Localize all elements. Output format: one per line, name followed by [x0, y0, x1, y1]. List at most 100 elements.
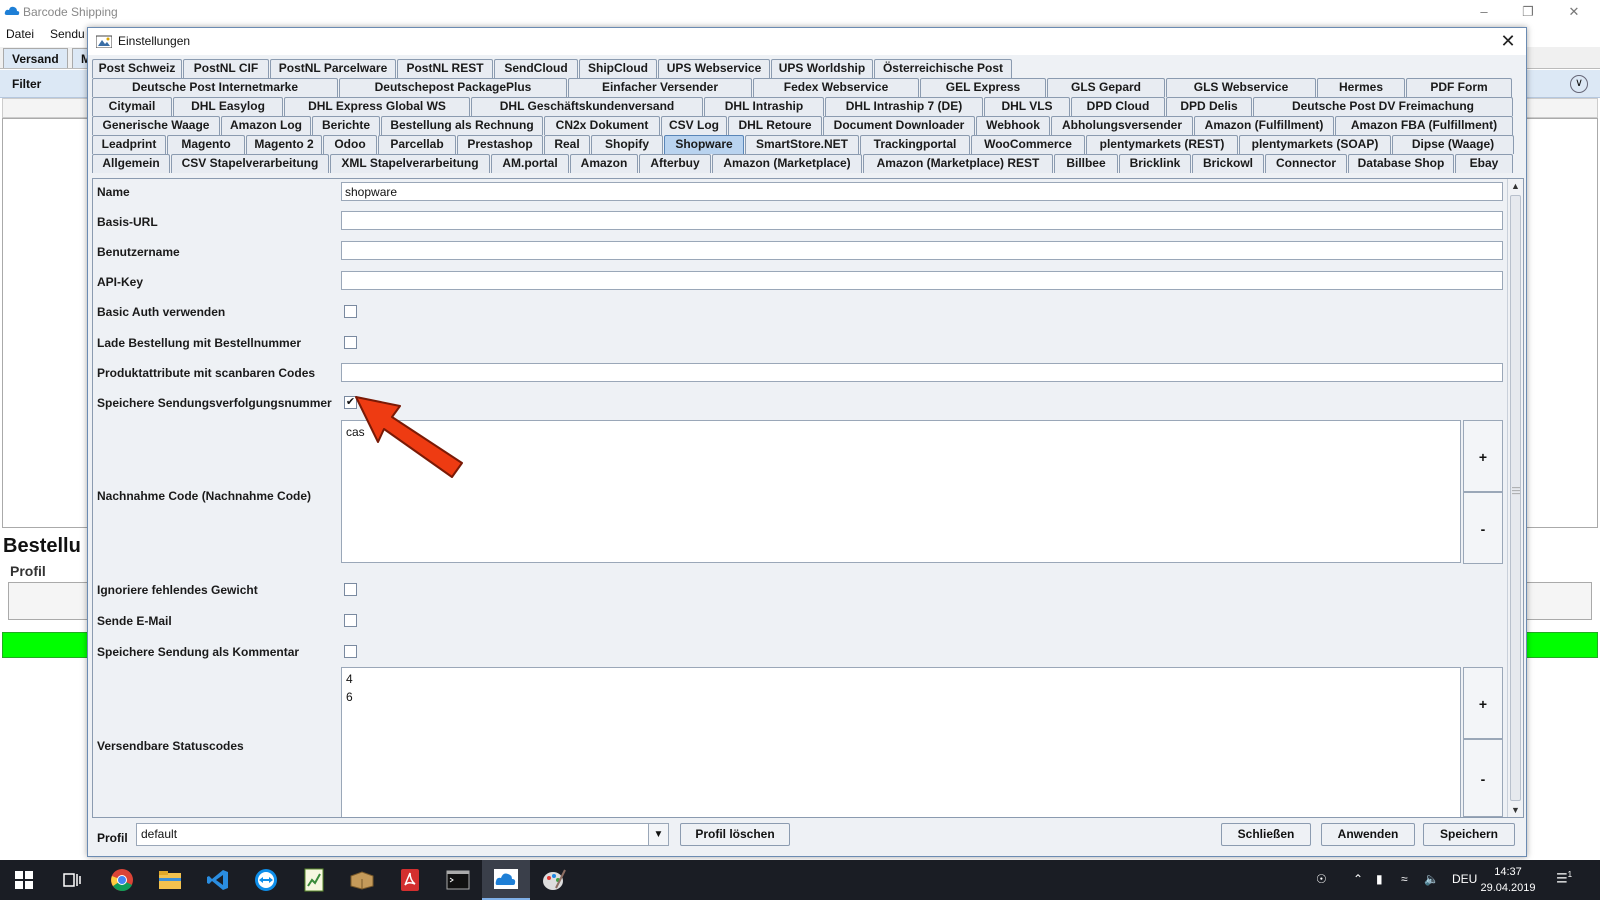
volume-icon[interactable]: 🔈: [1424, 872, 1439, 886]
barcode-shipping-taskbar-icon[interactable]: [482, 860, 530, 900]
app-close-button[interactable]: ✕: [1552, 2, 1596, 22]
tab-amazon[interactable]: Amazon: [570, 154, 638, 173]
tab-dhl-intraship-7[interactable]: DHL Intraship 7 (DE): [825, 97, 983, 116]
tab-smartstore-net[interactable]: SmartStore.NET: [745, 135, 859, 154]
name-field[interactable]: [341, 182, 1503, 201]
tab-berichte[interactable]: Berichte: [312, 116, 380, 135]
tab-database-shop[interactable]: Database Shop: [1348, 154, 1454, 173]
cod-add-button[interactable]: +: [1463, 420, 1503, 492]
username-field[interactable]: [341, 241, 1503, 260]
chrome-icon[interactable]: [98, 860, 146, 900]
save-comment-checkbox[interactable]: [344, 645, 357, 658]
tab-oesterreichische-post[interactable]: Österreichische Post: [874, 59, 1012, 78]
tab-allgemein[interactable]: Allgemein: [92, 154, 170, 173]
task-view-icon[interactable]: [48, 860, 96, 900]
scroll-up-icon[interactable]: ▲: [1508, 179, 1523, 193]
tab-prestashop[interactable]: Prestashop: [457, 135, 543, 154]
tab-abholungsversender[interactable]: Abholungsversender: [1051, 116, 1193, 135]
save-button[interactable]: Speichern: [1423, 823, 1515, 846]
wifi-icon[interactable]: ≈: [1401, 872, 1408, 886]
tab-xml-stapelverarbeitung[interactable]: XML Stapelverarbeitung: [330, 154, 490, 173]
tab-ups-worldship[interactable]: UPS Worldship: [771, 59, 873, 78]
tab-generische-waage[interactable]: Generische Waage: [92, 116, 220, 135]
tab-fedex-webservice[interactable]: Fedex Webservice: [753, 78, 919, 97]
tab-dhl-geschaeftskundenversand[interactable]: DHL Geschäftskundenversand: [471, 97, 703, 116]
tab-amazon-log[interactable]: Amazon Log: [221, 116, 311, 135]
load-order-checkbox[interactable]: [344, 336, 357, 349]
tab-dhl-intraship[interactable]: DHL Intraship: [704, 97, 824, 116]
tab-deutschepost-packageplus[interactable]: Deutschepost PackagePlus: [339, 78, 567, 97]
list-item[interactable]: 6: [346, 688, 1456, 706]
filter-label[interactable]: Filter: [12, 77, 41, 91]
chevron-down-icon[interactable]: ▼: [648, 824, 668, 845]
close-icon[interactable]: ✕: [1494, 29, 1522, 53]
terminal-icon[interactable]: [434, 860, 482, 900]
spreadsheet-icon[interactable]: [290, 860, 338, 900]
delete-profile-button[interactable]: Profil löschen: [680, 823, 790, 846]
tab-gls-webservice[interactable]: GLS Webservice: [1166, 78, 1316, 97]
battery-icon[interactable]: ▮: [1376, 872, 1383, 886]
tab-trackingportal[interactable]: Trackingportal: [860, 135, 970, 154]
file-explorer-icon[interactable]: [146, 860, 194, 900]
status-codes-list[interactable]: 4 6: [341, 667, 1461, 817]
tab-connector[interactable]: Connector: [1265, 154, 1347, 173]
windows-start-icon[interactable]: [0, 860, 48, 900]
tab-shipcloud[interactable]: ShipCloud: [579, 59, 657, 78]
tab-real[interactable]: Real: [544, 135, 590, 154]
product-attributes-field[interactable]: [341, 363, 1503, 382]
app-tab-versand[interactable]: Versand: [3, 48, 68, 68]
menu-datei[interactable]: Datei: [6, 27, 34, 41]
apply-button[interactable]: Anwenden: [1321, 823, 1415, 846]
apikey-field[interactable]: [341, 271, 1503, 290]
tab-am-portal[interactable]: AM.portal: [491, 154, 569, 173]
tab-csv-stapelverarbeitung[interactable]: CSV Stapelverarbeitung: [171, 154, 329, 173]
status-remove-button[interactable]: -: [1463, 739, 1503, 817]
status-add-button[interactable]: +: [1463, 667, 1503, 739]
tab-gls-gepard[interactable]: GLS Gepard: [1047, 78, 1165, 97]
tab-afterbuy[interactable]: Afterbuy: [639, 154, 711, 173]
tab-dpd-delis[interactable]: DPD Delis: [1166, 97, 1252, 116]
tab-pdf-form[interactable]: PDF Form: [1406, 78, 1512, 97]
tab-magento-2[interactable]: Magento 2: [246, 135, 322, 154]
tab-cn2x-dokument[interactable]: CN2x Dokument: [544, 116, 660, 135]
tab-bestellung-als-rechnung[interactable]: Bestellung als Rechnung: [381, 116, 543, 135]
tab-post-schweiz[interactable]: Post Schweiz: [92, 59, 182, 78]
teamviewer-icon[interactable]: [242, 860, 290, 900]
scroll-down-icon[interactable]: ▼: [1508, 803, 1523, 817]
tab-billbee[interactable]: Billbee: [1054, 154, 1118, 173]
tab-odoo[interactable]: Odoo: [323, 135, 377, 154]
tab-shopware[interactable]: Shopware: [664, 135, 744, 154]
tab-plentymarkets-rest[interactable]: plentymarkets (REST): [1086, 135, 1238, 154]
vscode-icon[interactable]: [194, 860, 242, 900]
tab-brickowl[interactable]: Brickowl: [1192, 154, 1264, 173]
tab-ups-webservice[interactable]: UPS Webservice: [658, 59, 770, 78]
send-email-checkbox[interactable]: [344, 614, 357, 627]
baseurl-field[interactable]: [341, 211, 1503, 230]
tab-deutsche-post-dv-freimachung[interactable]: Deutsche Post DV Freimachung: [1253, 97, 1513, 116]
tab-deutsche-post-internetmarke[interactable]: Deutsche Post Internetmarke: [92, 78, 338, 97]
tab-dhl-express-global-ws[interactable]: DHL Express Global WS: [284, 97, 470, 116]
tab-einfacher-versender[interactable]: Einfacher Versender: [568, 78, 752, 97]
tab-woocommerce[interactable]: WooCommerce: [971, 135, 1085, 154]
tab-gel-express[interactable]: GEL Express: [920, 78, 1046, 97]
tab-plentymarkets-soap[interactable]: plentymarkets (SOAP): [1239, 135, 1391, 154]
tab-document-downloader[interactable]: Document Downloader: [823, 116, 975, 135]
pdf-icon[interactable]: [386, 860, 434, 900]
minimize-button[interactable]: –: [1462, 2, 1506, 22]
tab-amazon-fba-fulfillment[interactable]: Amazon FBA (Fulfillment): [1335, 116, 1513, 135]
tab-parcellab[interactable]: Parcellab: [378, 135, 456, 154]
save-tracking-checkbox[interactable]: ✔: [344, 396, 357, 409]
notification-icon[interactable]: ☰1: [1556, 870, 1576, 890]
tab-postnl-rest[interactable]: PostNL REST: [397, 59, 493, 78]
list-item[interactable]: cas: [346, 423, 1456, 441]
tab-hermes[interactable]: Hermes: [1317, 78, 1405, 97]
package-icon[interactable]: [338, 860, 386, 900]
tab-leadprint[interactable]: Leadprint: [92, 135, 166, 154]
people-icon[interactable]: ☉: [1316, 872, 1327, 886]
clock[interactable]: 14:37 29.04.2019: [1478, 864, 1538, 896]
tab-amazon-marketplace-rest[interactable]: Amazon (Marketplace) REST: [863, 154, 1053, 173]
vertical-scrollbar[interactable]: ▲ — — — ▼: [1507, 179, 1523, 817]
tab-dipse-waage[interactable]: Dipse (Waage): [1392, 135, 1514, 154]
paint-icon[interactable]: [530, 860, 578, 900]
tab-dhl-easylog[interactable]: DHL Easylog: [173, 97, 283, 116]
